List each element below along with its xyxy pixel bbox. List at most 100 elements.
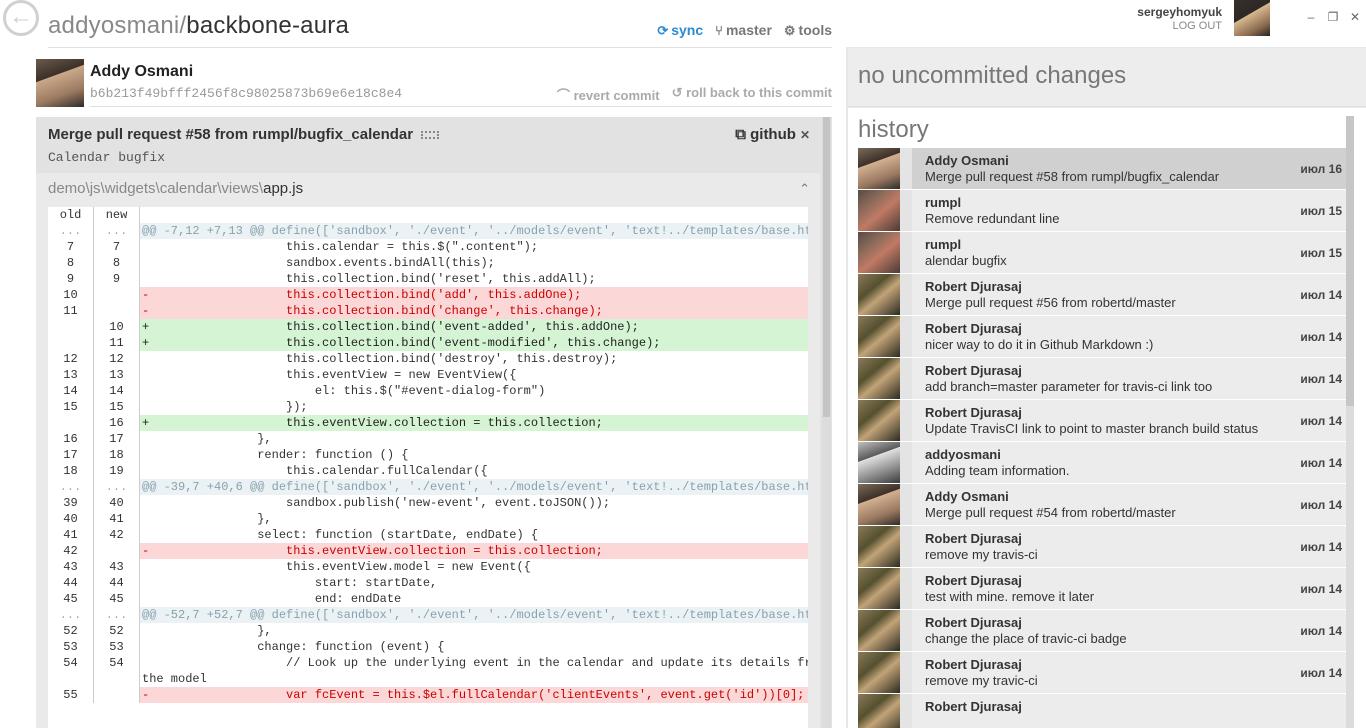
diff-line: 52 52 },	[48, 623, 808, 639]
diff-added-line: 16 + this.eventView.collection = this.col…	[48, 415, 808, 431]
code-text: },	[142, 432, 272, 446]
diff-line: 16 17 },	[48, 431, 808, 447]
close-icon[interactable]: ✕	[1348, 10, 1362, 24]
new-line-number: 10	[94, 319, 140, 335]
new-line-number: 44	[94, 575, 140, 591]
old-line-number: 52	[48, 623, 94, 639]
diff-line: 53 53 change: function (event) {	[48, 639, 808, 655]
window-controls: – ❐ ✕	[1304, 10, 1362, 24]
history-message: remove my travis-ci	[925, 547, 1038, 562]
rollback-label: roll back to this commit	[686, 85, 832, 100]
code-text: + this.eventView.collection = this.colle…	[140, 415, 808, 431]
avatar-separator	[900, 694, 912, 728]
history-item[interactable]: Addy Osmani Merge pull request #58 from r…	[858, 148, 1346, 190]
diff-hunk-header: ...... @@ -39,7 +40,6 @@ define(['sandbox…	[48, 479, 808, 495]
diff-scrollbar[interactable]	[822, 117, 831, 728]
commit-title-text: Merge pull request #58 from rumpl/bugfix…	[48, 126, 414, 143]
commit-avatar	[858, 190, 900, 231]
scroll-thumb[interactable]	[1346, 116, 1354, 406]
rollback-button[interactable]: ↺ roll back to this commit	[672, 85, 832, 104]
user-bar: sergeyhomyuk LOG OUT – ❐ ✕	[846, 0, 1366, 47]
history-item[interactable]: Robert Djurasaj remove my travis-ci июл 14	[858, 526, 1346, 568]
new-line-number: 13	[94, 367, 140, 383]
history-author: Robert Djurasaj	[925, 615, 1022, 630]
more-icon[interactable]	[421, 131, 440, 140]
history-item[interactable]: Robert Djurasaj Merge pull request #56 fr…	[858, 274, 1346, 316]
old-line-number: 41	[48, 527, 94, 543]
diff-removed-line: 42 - this.eventView.collection = this.col…	[48, 543, 808, 559]
history-item[interactable]: rumpl alendar bugfix июл 15	[858, 232, 1346, 274]
code-text: });	[142, 400, 308, 414]
diff-line: 15 15 });	[48, 399, 808, 415]
history-author: Robert Djurasaj	[925, 405, 1022, 420]
history-message: Merge pull request #56 from robertd/mast…	[925, 295, 1176, 310]
diff-line: 40 41 },	[48, 511, 808, 527]
minimize-icon[interactable]: –	[1304, 10, 1318, 24]
file-name: app.js	[263, 180, 304, 197]
diff-table: old new ...... @@ -7,12 +7,13 @@ define([…	[48, 207, 808, 728]
history-item[interactable]: Robert Djurasaj remove my travic-ci июл 14	[858, 652, 1346, 694]
history-item[interactable]: Robert Djurasaj	[858, 694, 1346, 728]
code-text: },	[142, 512, 272, 526]
history-author: rumpl	[925, 237, 962, 252]
author-avatar	[36, 59, 84, 107]
revert-commit-button[interactable]: ⌒ revert commit	[557, 85, 660, 104]
collapse-icon[interactable]: ✕	[800, 128, 810, 142]
branch-label: master	[725, 22, 772, 38]
code-text: @@ -52,7 +52,7 @@ define(['sandbox', './…	[140, 607, 808, 623]
maximize-icon[interactable]: ❐	[1326, 10, 1340, 24]
history-item[interactable]: addyosmani Adding team information. июл 14	[858, 442, 1346, 484]
old-line-number	[48, 415, 94, 431]
sync-button[interactable]: ⟳ sync	[657, 22, 703, 39]
history-item[interactable]: Addy Osmani Merge pull request #54 from r…	[858, 484, 1346, 526]
scroll-thumb[interactable]	[823, 117, 830, 417]
diff-line: 17 18 render: function () {	[48, 447, 808, 463]
diff-header: old new	[48, 207, 808, 223]
history-date: июл 14	[1300, 498, 1342, 512]
diff-removed-line: 10 - this.collection.bind('add', this.add…	[48, 287, 808, 303]
code-text: // Look up the underlying event in the c…	[142, 656, 808, 670]
sidebar: sergeyhomyuk LOG OUT – ❐ ✕ no uncommitte…	[846, 0, 1366, 728]
tools-label: tools	[798, 22, 832, 38]
old-line-number: 16	[48, 431, 94, 447]
branch-button[interactable]: ⑂ master	[715, 22, 772, 39]
github-label: github	[750, 126, 796, 143]
history-message: Merge pull request #58 from rumpl/bugfix…	[925, 169, 1220, 184]
history-message: Remove redundant line	[925, 211, 1060, 226]
history-author: Addy Osmani	[925, 153, 1009, 168]
commit-avatar	[858, 442, 900, 483]
diff-line: 88 sandbox.events.bindAll(this);	[48, 255, 808, 271]
history-item[interactable]: Robert Djurasaj change the place of travi…	[858, 610, 1346, 652]
diff-line: 41 42 select: function (startDate, endDat…	[48, 527, 808, 543]
old-line-number: 14	[48, 383, 94, 399]
logout-link[interactable]: LOG OUT	[1172, 20, 1222, 32]
code-text: - this.collection.bind('add', this.addOn…	[140, 287, 808, 303]
history-item[interactable]: Robert Djurasaj test with mine. remove it…	[858, 568, 1346, 610]
code-text: this.eventView.model = new Event({	[142, 560, 531, 574]
code-text: this.calendar.fullCalendar({	[142, 464, 488, 478]
commit-avatar	[858, 568, 900, 609]
new-line-number: 14	[94, 383, 140, 399]
old-line-number: 53	[48, 639, 94, 655]
history-scrollbar[interactable]	[1346, 116, 1354, 728]
history-date: июл 14	[1300, 330, 1342, 344]
old-line-number: 45	[48, 591, 94, 607]
old-line-number: 8	[48, 255, 94, 271]
history-item[interactable]: Robert Djurasaj Update TravisCI link to p…	[858, 400, 1346, 442]
code-text: el: this.$("#event-dialog-form")	[142, 384, 546, 398]
github-button[interactable]: ⧉ github ✕	[735, 126, 810, 143]
history-item[interactable]: Robert Djurasaj nicer way to do it in Git…	[858, 316, 1346, 358]
back-arrow-icon[interactable]: ←	[3, 0, 39, 36]
repo-owner: addyosmani/	[48, 12, 187, 39]
history-item[interactable]: rumpl Remove redundant line июл 15	[858, 190, 1346, 232]
new-line-number: 40	[94, 495, 140, 511]
history-item[interactable]: Robert Djurasaj add branch=master paramet…	[858, 358, 1346, 400]
tools-button[interactable]: ⚙ tools	[784, 22, 832, 39]
old-line-number: 18	[48, 463, 94, 479]
new-line-number: 11	[94, 335, 140, 351]
chevron-up-icon[interactable]: ⌃	[799, 181, 810, 197]
diff-line: 44 44 start: startDate,	[48, 575, 808, 591]
diff-line: 45 45 end: endDate	[48, 591, 808, 607]
history-author: Robert Djurasaj	[925, 321, 1022, 336]
diff-line: 99 this.collection.bind('reset', this.ad…	[48, 271, 808, 287]
